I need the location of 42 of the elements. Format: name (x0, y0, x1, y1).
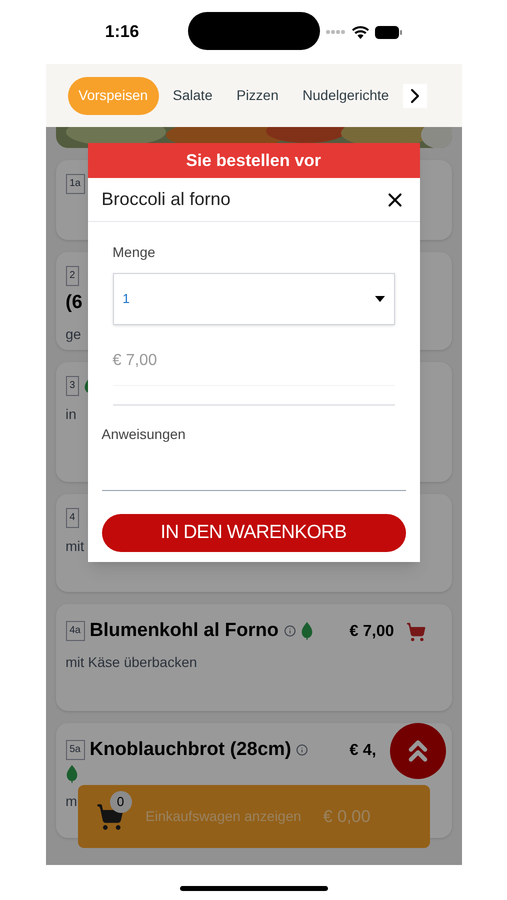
item-price: € 4, (350, 741, 378, 761)
add-to-cart-button[interactable]: IN DEN WARENKORB (102, 514, 406, 552)
wifi-icon (352, 26, 369, 38)
signal-icon (326, 29, 346, 35)
category-tab[interactable]: Salate (162, 76, 222, 114)
cart-total: € 0,00 (323, 806, 370, 828)
item-code: 4 (66, 508, 80, 528)
item-description: in (66, 405, 76, 424)
item-description: mit (66, 537, 84, 556)
item-code: 1a (66, 174, 85, 194)
item-code: 2 (66, 266, 80, 286)
dropdown-caret-icon (374, 296, 384, 302)
item-description: mit Käse überbacken (66, 653, 198, 672)
item-description: ge (66, 325, 82, 344)
dialog-price: € 7,00 (112, 349, 394, 386)
quantity-select[interactable]: 1 (112, 273, 394, 325)
item-code: 5a (66, 740, 85, 760)
dialog-item-name: Broccoli al forno (102, 188, 231, 211)
item-description: m (66, 792, 78, 811)
status-time: 1:16 (105, 21, 140, 44)
leaf-icon (300, 622, 313, 640)
item-title: Blumenkohl al Forno (90, 619, 279, 643)
item-price: € 7,00 (350, 622, 395, 642)
item-code: 4a (66, 621, 85, 641)
category-tab[interactable]: Nudelgerichte (292, 76, 399, 114)
dialog-header: Sie bestellen vor (88, 143, 420, 178)
item-code: 3 (66, 376, 80, 396)
view-cart-button[interactable]: 0 Einkaufswagen anzeigen € 0,00 (78, 785, 430, 848)
quantity-label: Menge (112, 243, 156, 262)
leaf-icon (66, 765, 78, 783)
cart-label: Einkaufswagen anzeigen (146, 807, 302, 826)
instructions-label: Anweisungen (102, 425, 187, 444)
item-title: Knoblauchbrot (28cm) (90, 738, 292, 762)
info-icon[interactable] (296, 744, 308, 756)
battery-icon (375, 26, 402, 38)
scroll-right-icon[interactable] (402, 84, 427, 108)
cart-count-badge: 0 (110, 790, 132, 812)
add-to-cart-icon[interactable] (406, 622, 426, 642)
menu-item-card[interactable]: 4a Blumenkohl al Forno € 7,00 mit Käse überbacken (56, 604, 452, 711)
info-icon[interactable] (284, 625, 296, 637)
item-title: (6 (66, 291, 82, 315)
category-tab[interactable]: Pizzen (226, 76, 289, 114)
